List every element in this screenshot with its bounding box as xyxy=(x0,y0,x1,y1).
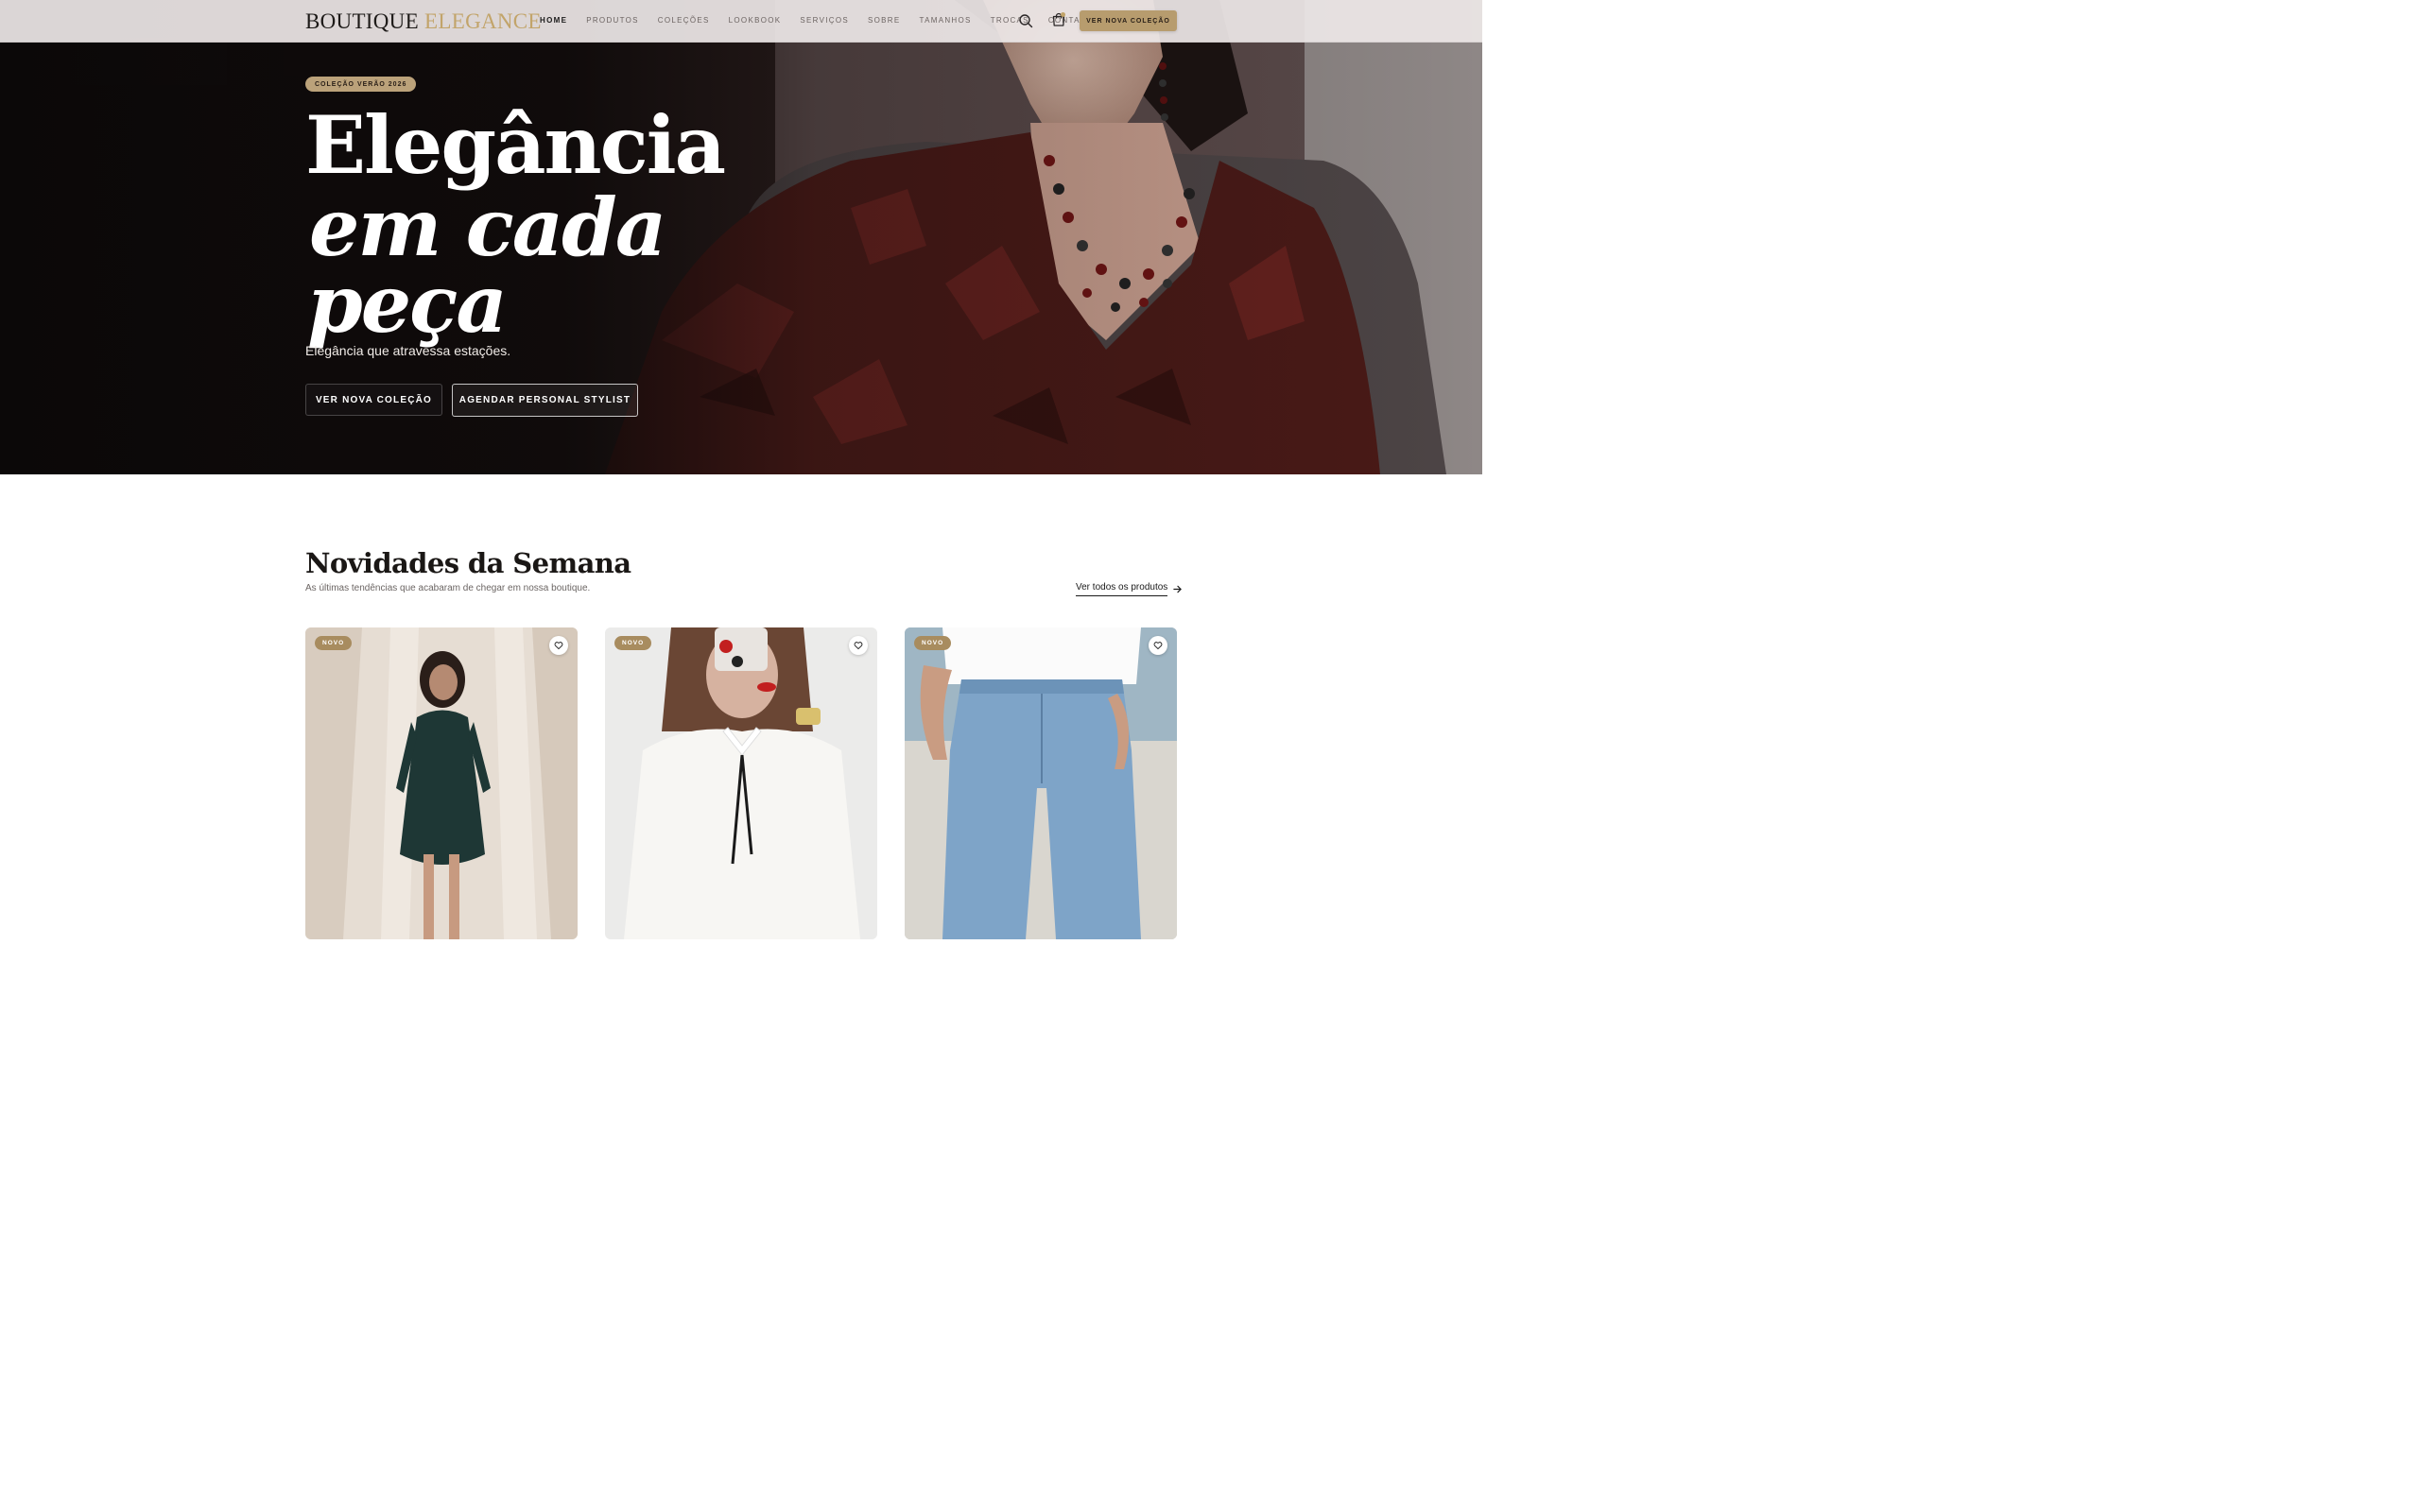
favorite-button[interactable] xyxy=(549,636,568,655)
product-card[interactable]: NOVO xyxy=(905,627,1177,939)
product-image xyxy=(305,627,578,939)
brand-logo[interactable]: BOUTIQUE ELEGANCE xyxy=(305,9,542,34)
book-personal-stylist-button[interactable]: AGENDAR PERSONAL STYLIST xyxy=(452,384,638,417)
brand-name-part-1: BOUTIQUE xyxy=(305,9,419,33)
favorite-button[interactable] xyxy=(849,636,868,655)
nav-item-produtos[interactable]: PRODUTOS xyxy=(586,15,639,26)
collection-badge: COLEÇÃO VERÃO 2026 xyxy=(305,77,417,92)
brand-name-part-2: ELEGANCE xyxy=(424,9,542,33)
new-badge: NOVO xyxy=(614,636,652,650)
heart-icon xyxy=(1153,642,1163,650)
new-badge: NOVO xyxy=(914,636,952,650)
hero-title-line-1: Elegância xyxy=(305,98,726,192)
nav-item-colecoes[interactable]: COLEÇÕES xyxy=(658,15,710,26)
site-header: BOUTIQUE ELEGANCE HOME PRODUTOS COLEÇÕES… xyxy=(0,0,1482,43)
product-card[interactable]: NOVO xyxy=(605,627,877,939)
product-card[interactable]: NOVO xyxy=(305,627,578,939)
hero-title: Elegância em cada peça xyxy=(305,98,726,351)
hero-photo xyxy=(0,0,1482,474)
see-all-label: Ver todos os produtos xyxy=(1076,581,1168,596)
section-subtitle: As últimas tendências que acabaram de ch… xyxy=(305,583,591,593)
favorite-button[interactable] xyxy=(1149,636,1167,655)
see-all-products-link[interactable]: Ver todos os produtos xyxy=(1076,581,1182,596)
header-view-collection-button[interactable]: VER NOVA COLEÇÃO xyxy=(1080,10,1177,31)
product-image xyxy=(605,627,877,939)
search-icon[interactable] xyxy=(1018,13,1033,28)
cart-badge xyxy=(1061,12,1065,17)
product-image xyxy=(905,627,1177,939)
new-badge: NOVO xyxy=(315,636,353,650)
hero-title-line-3: peça xyxy=(307,257,508,351)
arrow-right-icon xyxy=(1173,585,1182,593)
main-nav: HOME PRODUTOS COLEÇÕES LOOKBOOK SERVIÇOS… xyxy=(540,15,1093,26)
nav-item-servicos[interactable]: SERVIÇOS xyxy=(800,15,849,26)
nav-item-lookbook[interactable]: LOOKBOOK xyxy=(729,15,782,26)
hero-subtitle: Elegância que atravessa estações. xyxy=(305,343,511,358)
section-title: Novidades da Semana xyxy=(305,547,631,579)
heart-icon xyxy=(554,642,563,650)
nav-item-tamanhos[interactable]: TAMANHOS xyxy=(920,15,972,26)
view-new-collection-button[interactable]: VER NOVA COLEÇÃO xyxy=(305,384,442,416)
nav-item-home[interactable]: HOME xyxy=(540,15,567,26)
nav-item-sobre[interactable]: SOBRE xyxy=(868,15,901,26)
heart-icon xyxy=(854,642,863,650)
hero-title-line-2: em cada xyxy=(309,180,666,274)
hero-banner: COLEÇÃO VERÃO 2026 Elegância em cada peç… xyxy=(0,0,1482,474)
